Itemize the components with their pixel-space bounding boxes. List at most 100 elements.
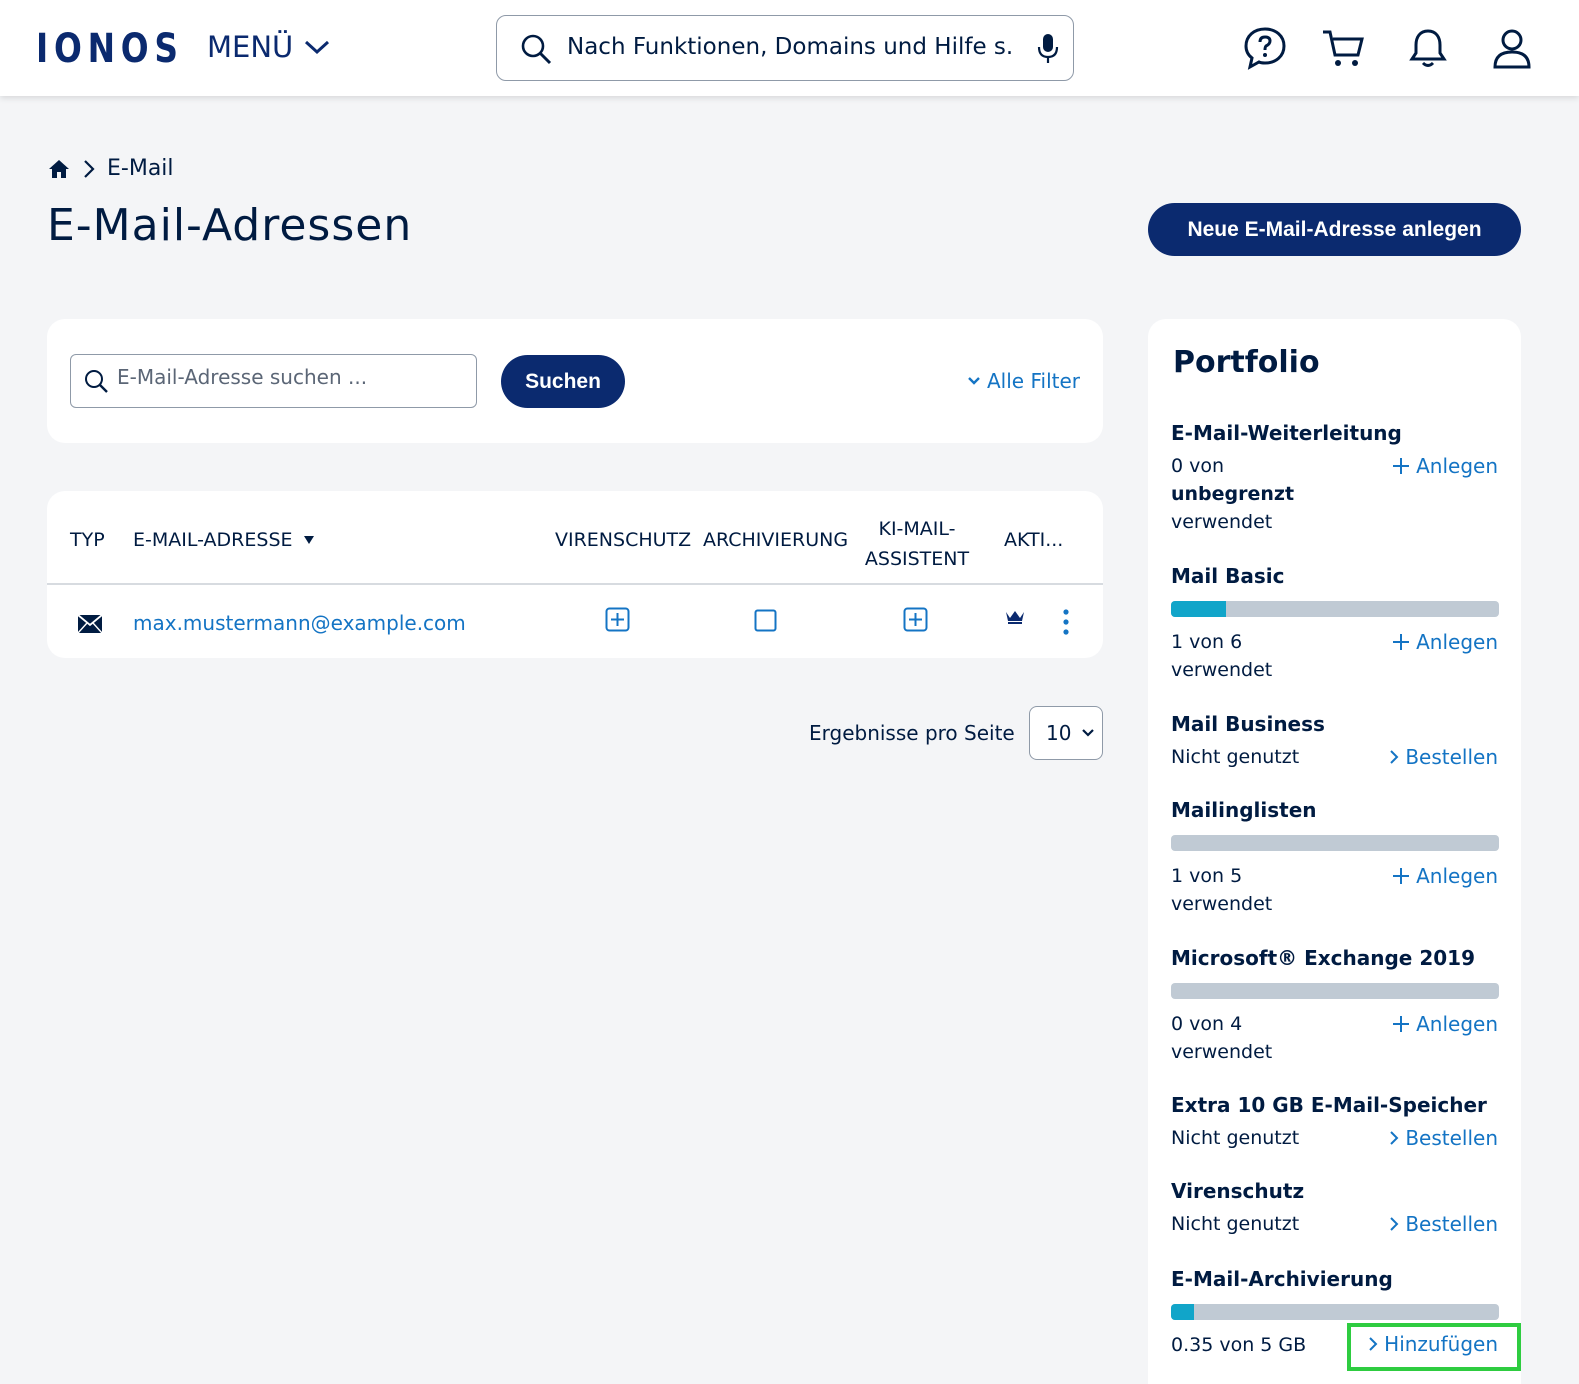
column-header-antivirus: VIRENSCHUTZ xyxy=(555,529,692,551)
usage-bar xyxy=(1171,601,1499,617)
chevron-down-icon xyxy=(305,40,330,55)
column-header-ai-line2: ASSISTENT xyxy=(864,548,970,570)
usage-line: 0 von xyxy=(1171,455,1225,477)
email-search-input[interactable] xyxy=(117,365,457,389)
order-antivirus-link[interactable]: Bestellen xyxy=(1389,1212,1498,1236)
create-forwarding-link[interactable]: Anlegen xyxy=(1392,454,1498,478)
global-search-field[interactable]: Nach Funktionen, Domains und Hilfe s... xyxy=(496,15,1074,81)
action-label: Anlegen xyxy=(1416,864,1498,888)
add-ai-assistant-icon[interactable] xyxy=(903,607,928,632)
portfolio-item-name: E-Mail-Weiterleitung xyxy=(1171,421,1402,445)
new-email-address-button[interactable]: Neue E-Mail-Adresse anlegen xyxy=(1148,203,1521,256)
column-header-ai-assistant: KI-MAIL- ASSISTENT xyxy=(864,514,970,574)
email-search-field[interactable] xyxy=(70,354,477,408)
create-mailinglist-link[interactable]: Anlegen xyxy=(1392,864,1498,888)
help-chat-icon[interactable] xyxy=(1242,25,1288,71)
breadcrumb-current[interactable]: E-Mail xyxy=(107,156,174,181)
order-mail-business-link[interactable]: Bestellen xyxy=(1389,745,1498,769)
portfolio-item-name: Mailinglisten xyxy=(1171,798,1317,822)
column-header-email-label: E-MAIL-ADRESSE xyxy=(133,529,293,551)
usage-used-label: verwendet xyxy=(1171,893,1273,915)
create-mail-basic-link[interactable]: Anlegen xyxy=(1392,630,1498,654)
usage-limit: unbegrenzt xyxy=(1171,483,1295,505)
portfolio-item-status: Nicht genutzt xyxy=(1171,746,1300,768)
usage-used-label: verwendet xyxy=(1171,1041,1273,1063)
bell-icon[interactable] xyxy=(1405,25,1451,71)
chevron-right-icon xyxy=(1390,750,1399,764)
usage-line: 1 von 6 xyxy=(1171,631,1243,653)
plus-icon xyxy=(1393,868,1410,884)
microphone-icon[interactable] xyxy=(1035,32,1061,66)
search-button[interactable]: Suchen xyxy=(501,355,625,408)
results-per-page-select[interactable]: 10 xyxy=(1029,706,1103,760)
page-title: E-Mail-Adressen xyxy=(47,200,413,251)
search-icon xyxy=(85,370,108,393)
chevron-right-icon xyxy=(1390,1131,1399,1145)
portfolio-item-name: E-Mail-Archivierung xyxy=(1171,1267,1393,1291)
usage-bar xyxy=(1171,835,1499,851)
archiving-checkbox[interactable] xyxy=(754,609,777,632)
breadcrumb: E-Mail xyxy=(47,156,174,181)
menu-label: MENÜ xyxy=(207,30,294,64)
action-label: Anlegen xyxy=(1416,630,1498,654)
column-header-email[interactable]: E-MAIL-ADRESSE xyxy=(133,529,315,551)
portfolio-item-name: Mail Business xyxy=(1171,712,1325,736)
filter-card: Suchen Alle Filter xyxy=(47,319,1103,443)
usage-used-label: verwendet xyxy=(1171,511,1273,533)
global-search-input[interactable]: Nach Funktionen, Domains und Hilfe s... xyxy=(567,34,1015,60)
usage-line: 1 von 5 xyxy=(1171,865,1243,887)
more-options-icon[interactable] xyxy=(1061,608,1071,636)
chevron-right-icon xyxy=(84,159,95,178)
cart-icon[interactable] xyxy=(1320,25,1366,71)
column-header-archiving: ARCHIVIERUNG xyxy=(703,529,849,551)
order-extra-storage-link[interactable]: Bestellen xyxy=(1389,1126,1498,1150)
portfolio-item-name: Microsoft® Exchange 2019 xyxy=(1171,946,1475,970)
usage-line: 0 von 4 xyxy=(1171,1013,1243,1035)
portfolio-item-usage: 0 von unbegrenzt verwendet xyxy=(1171,452,1294,536)
usage-bar xyxy=(1171,983,1499,999)
column-header-ai-line1: KI-MAIL- xyxy=(878,518,956,540)
results-per-page-value: 10 xyxy=(1046,721,1072,745)
portfolio-item-status: Nicht genutzt xyxy=(1171,1127,1300,1149)
column-header-actions: AKTI... xyxy=(1004,529,1064,551)
action-label: Bestellen xyxy=(1405,1126,1498,1150)
all-filters-toggle[interactable]: Alle Filter xyxy=(967,369,1080,393)
plus-icon xyxy=(1393,634,1410,650)
plus-icon xyxy=(1393,1016,1410,1032)
chevron-down-icon xyxy=(1082,729,1095,737)
create-exchange-link[interactable]: Anlegen xyxy=(1392,1012,1498,1036)
usage-bar xyxy=(1171,1304,1499,1320)
ionos-logo[interactable]: IONOS xyxy=(36,26,184,72)
plus-icon xyxy=(1393,458,1410,474)
portfolio-title: Portfolio xyxy=(1173,345,1320,380)
search-icon xyxy=(521,34,552,65)
portfolio-item-usage: 1 von 6 verwendet xyxy=(1171,628,1272,684)
user-icon[interactable] xyxy=(1489,25,1535,71)
results-per-page-label: Ergebnisse pro Seite xyxy=(809,721,1015,745)
action-label: Anlegen xyxy=(1416,1012,1498,1036)
action-label: Bestellen xyxy=(1405,745,1498,769)
portfolio-item-usage: 0 von 4 verwendet xyxy=(1171,1010,1272,1066)
portfolio-panel: Portfolio E-Mail-Weiterleitung 0 von unb… xyxy=(1148,319,1521,1384)
usage-bar-fill xyxy=(1171,1304,1194,1320)
top-bar: IONOS MENÜ Nach Funktionen, Domains und … xyxy=(0,0,1579,96)
usage-used-label: verwendet xyxy=(1171,659,1273,681)
portfolio-item-name: Mail Basic xyxy=(1171,564,1285,588)
action-label: Anlegen xyxy=(1416,454,1498,478)
all-filters-label: Alle Filter xyxy=(987,369,1080,393)
highlight-box xyxy=(1347,1323,1521,1371)
column-header-type: TYP xyxy=(70,529,105,551)
chevron-down-icon xyxy=(968,377,980,385)
portfolio-item-name: Extra 10 GB E-Mail-Speicher xyxy=(1171,1093,1487,1117)
usage-bar-fill xyxy=(1171,601,1226,617)
action-label: Bestellen xyxy=(1405,1212,1498,1236)
home-icon[interactable] xyxy=(47,158,71,180)
portfolio-item-status: Nicht genutzt xyxy=(1171,1213,1300,1235)
envelope-icon xyxy=(77,614,103,634)
add-antivirus-icon[interactable] xyxy=(605,607,630,632)
portfolio-item-usage: 0.35 von 5 GB xyxy=(1171,1334,1307,1356)
menu-button[interactable]: MENÜ xyxy=(207,30,331,64)
portfolio-item-usage: 1 von 5 verwendet xyxy=(1171,862,1272,918)
table-divider xyxy=(47,583,1103,585)
email-address-link[interactable]: max.mustermann@example.com xyxy=(133,611,466,635)
